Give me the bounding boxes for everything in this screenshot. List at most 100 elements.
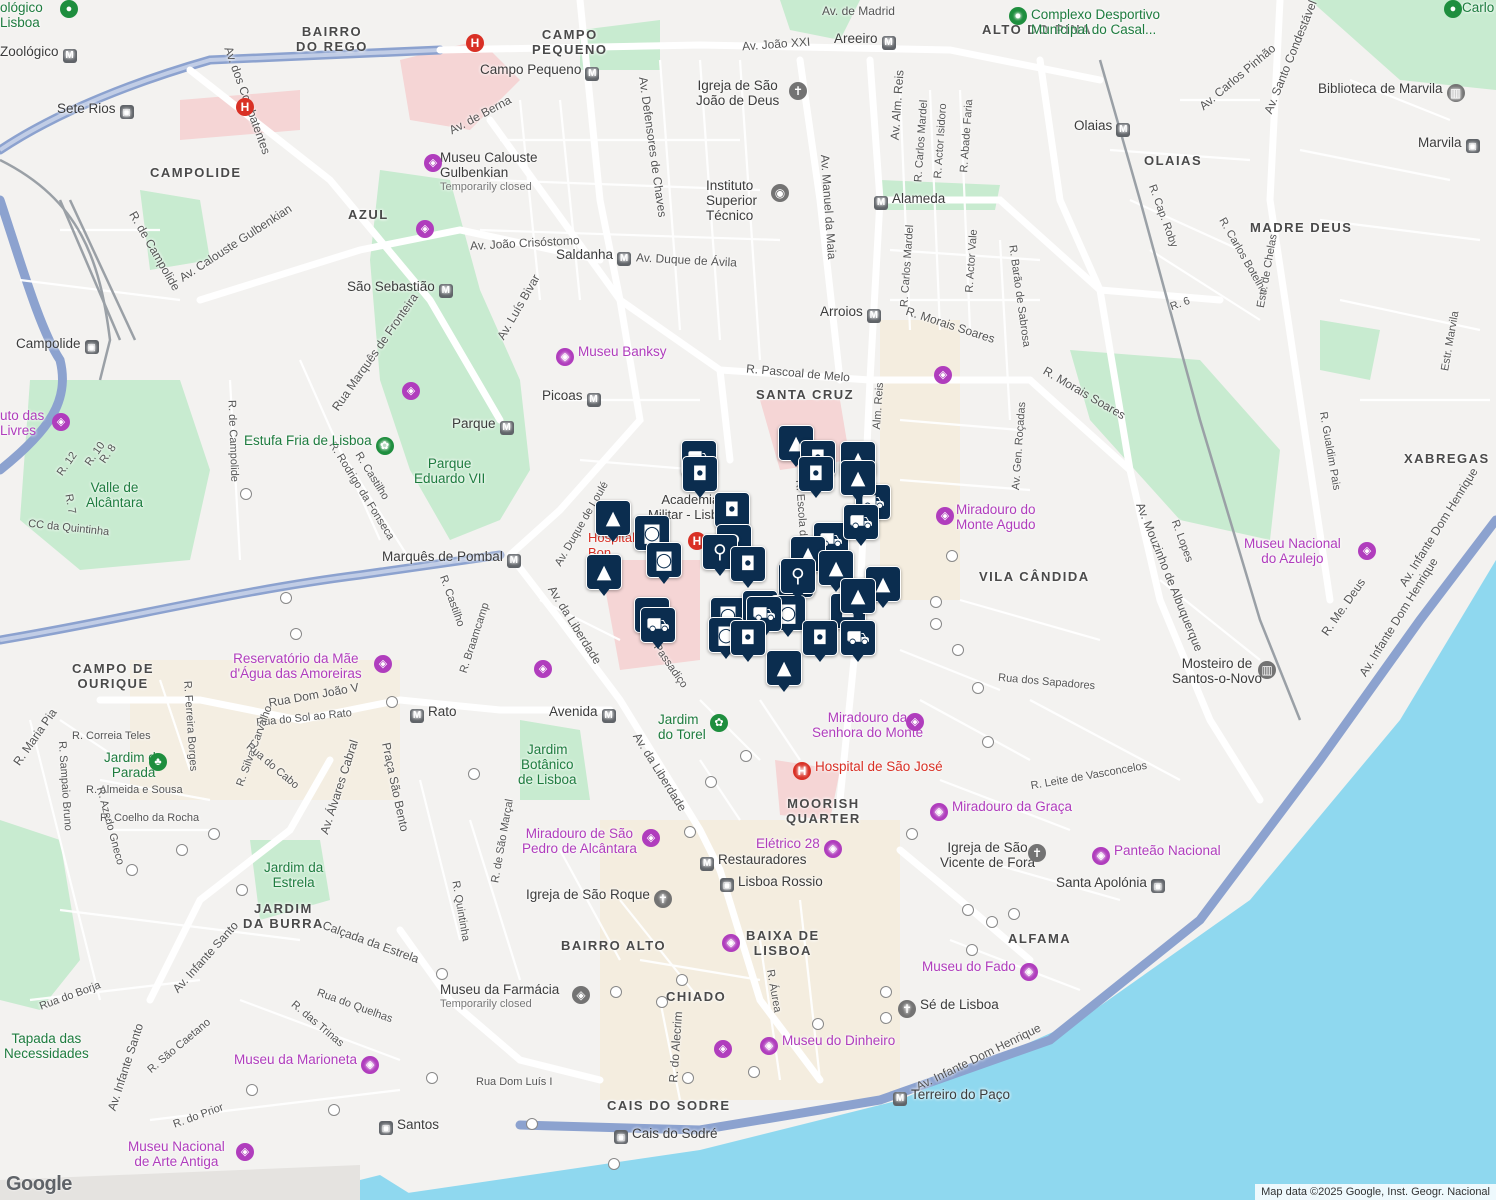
poi-museu-da-farmacia[interactable]: Museu da Farmácia Temporarily closed — [440, 982, 559, 1012]
bus-stop-icon[interactable] — [126, 864, 138, 876]
station-campolide[interactable]: Campolide ▣ — [16, 336, 99, 354]
poi-panteao-nacional[interactable]: ◈ Panteão Nacional — [1092, 843, 1221, 865]
station-lisboa-rossio[interactable]: ▣ Lisboa Rossio — [720, 874, 823, 892]
bus-stop-icon[interactable] — [930, 596, 942, 608]
school-marker[interactable]: ▲ — [840, 578, 876, 622]
poi-instituto-superior-tecnico[interactable]: Instituto Superior Técnico — [706, 178, 757, 223]
poi-museu-arte-antiga[interactable]: Museu Nacional de Arte Antiga — [128, 1139, 225, 1169]
bus-stop-icon[interactable] — [426, 1072, 438, 1084]
poi-jardim-do-torel[interactable]: Jardim do Torel — [658, 712, 706, 742]
bus-stop-icon[interactable] — [962, 904, 974, 916]
poi-zoo-partial[interactable]: ológico Lisboa — [0, 0, 43, 30]
bus-stop-icon[interactable] — [682, 1072, 694, 1084]
poi-se-de-lisboa[interactable]: ✝ Sé de Lisboa — [898, 997, 999, 1018]
poi-biblioteca-marvila[interactable]: Biblioteca de Marvila ▥ — [1318, 81, 1469, 102]
bus-stop-icon[interactable] — [740, 750, 752, 762]
station-zoologico[interactable]: Zoológico M — [0, 44, 77, 63]
google-logo[interactable]: Google — [6, 1173, 72, 1196]
poi-museu-da-marioneta[interactable]: Museu da Marioneta ◈ — [234, 1052, 383, 1074]
bus-stop-icon[interactable] — [748, 1066, 760, 1078]
bus-stop-icon[interactable] — [236, 884, 248, 896]
school-marker[interactable]: ▲ — [840, 460, 876, 504]
bus-stop-icon[interactable] — [952, 644, 964, 656]
poi-eletrico-28[interactable]: Elétrico 28 ◈ — [756, 836, 846, 858]
bus-stop-icon[interactable] — [684, 826, 696, 838]
station-alameda[interactable]: M Alameda — [874, 191, 945, 210]
coffee-marker[interactable]: ◙ — [646, 542, 682, 586]
station-olaias[interactable]: Olaias M — [1074, 118, 1131, 137]
bus-stop-icon[interactable] — [676, 974, 688, 986]
map-attribution[interactable]: Map data ©2025 Google, Inst. Geogr. Naci… — [1255, 1184, 1496, 1200]
station-parque[interactable]: Parque M — [452, 416, 514, 435]
poi-mosteiro-santos-o-novo[interactable]: Mosteiro de Santos-o-Novo — [1172, 656, 1262, 686]
bus-stop-icon[interactable] — [880, 1012, 892, 1024]
station-santos[interactable]: ▣ Santos — [379, 1117, 439, 1135]
poi-complexo-desportivo[interactable]: ● Complexo Desportivo Municipal do Casal.… — [1005, 7, 1160, 37]
bus-stop-icon[interactable] — [240, 488, 252, 500]
station-areeiro[interactable]: Areeiro M — [834, 31, 896, 50]
bus-stop-icon[interactable] — [280, 592, 292, 604]
school-marker[interactable]: ▲ — [586, 554, 622, 598]
bus-stop-icon[interactable] — [176, 844, 188, 856]
station-saldanha[interactable]: Saldanha M — [556, 247, 632, 266]
shopping-bag-marker[interactable]: ◘ — [682, 456, 718, 500]
bus-stop-icon[interactable] — [1008, 908, 1020, 920]
bus-stop-icon[interactable] — [705, 776, 717, 788]
bus-stop-icon[interactable] — [208, 828, 220, 840]
bus-stop-icon[interactable] — [986, 916, 998, 928]
bus-stop-icon[interactable] — [812, 1018, 824, 1030]
bus-stop-icon[interactable] — [982, 736, 994, 748]
poi-igreja-sao-vicente[interactable]: Igreja de São Vicente de Fora — [940, 840, 1035, 870]
shopping-bag-marker[interactable]: ◘ — [730, 620, 766, 664]
bus-stop-icon[interactable] — [972, 682, 984, 694]
bus-stop-icon[interactable] — [946, 550, 958, 562]
poi-igreja-sao-roque[interactable]: Igreja de São Roque ✝ — [526, 887, 676, 908]
poi-miradouro-graca[interactable]: ◈ Miradouro da Graça — [930, 799, 1072, 821]
poi-reservatorio-mae-dagua[interactable]: Reservatório da Mãe d'Água das Amoreiras — [230, 651, 362, 681]
station-marvila[interactable]: Marvila ▣ — [1418, 135, 1480, 153]
poi-museu-azulejo[interactable]: Museu Nacional do Azulejo — [1244, 536, 1341, 566]
poi-miradouro-sao-pedro[interactable]: Miradouro de São Pedro de Alcântara — [522, 826, 637, 856]
school-marker[interactable]: ▲ — [595, 500, 631, 544]
poi-igreja-sao-joao-de-deus[interactable]: Igreja de São João de Deus — [696, 78, 779, 108]
bus-stop-icon[interactable] — [610, 986, 622, 998]
station-campo-pequeno[interactable]: Campo Pequeno M — [480, 62, 600, 81]
station-sao-sebastiao[interactable]: São Sebastião M — [347, 279, 453, 298]
station-santa-apolonia[interactable]: Santa Apolónia ▣ — [1056, 875, 1165, 893]
station-arroios[interactable]: Arroios M — [820, 304, 881, 323]
poi-miradouro-monte-agudo[interactable]: Miradouro do Monte Agudo — [956, 502, 1036, 532]
bus-stop-icon[interactable] — [880, 986, 892, 998]
station-terreiro-do-paco[interactable]: M Terreiro do Paço — [893, 1087, 1010, 1106]
bus-stop-icon[interactable] — [656, 996, 668, 1008]
bus-stop-icon[interactable] — [436, 968, 448, 980]
poi-partial-right[interactable]: Carlo — [1462, 0, 1494, 15]
school-marker[interactable]: ▲ — [766, 650, 802, 694]
shopping-cart-marker[interactable]: ⛟ — [840, 620, 876, 664]
poi-estufa-fria[interactable]: Estufa Fria de Lisboa ✿ — [244, 433, 398, 455]
bus-stop-icon[interactable] — [328, 1104, 340, 1116]
bus-stop-icon[interactable] — [966, 944, 978, 956]
station-sete-rios[interactable]: Sete Rios ▣ — [57, 101, 134, 119]
shopping-cart-marker[interactable]: ⛟ — [843, 504, 879, 548]
station-cais-do-sodre[interactable]: ▣ Cais do Sodré — [614, 1126, 718, 1144]
bus-stop-icon[interactable] — [526, 1118, 538, 1130]
bus-stop-icon[interactable] — [246, 1084, 258, 1096]
poi-hospital-sao-jose[interactable]: H Hospital de São José — [793, 759, 943, 780]
station-avenida[interactable]: Avenida M — [549, 704, 616, 723]
bus-stop-icon[interactable] — [906, 828, 918, 840]
shopping-bag-marker[interactable]: ◘ — [802, 620, 838, 664]
bus-stop-icon[interactable] — [290, 628, 302, 640]
shopping-bag-marker[interactable]: ◘ — [798, 456, 834, 500]
poi-partial-museum[interactable]: uto das Livres — [0, 408, 44, 438]
bus-stop-icon[interactable] — [930, 618, 942, 630]
shopping-cart-marker[interactable]: ⛟ — [640, 607, 676, 651]
station-marques-de-pombal[interactable]: Marquês de Pombal M — [382, 549, 521, 568]
bus-stop-icon[interactable] — [468, 768, 480, 780]
restaurant-marker[interactable]: ⚲ — [780, 558, 816, 602]
poi-museu-do-dinheiro[interactable]: ◈ Museu do Dinheiro — [760, 1033, 895, 1055]
station-rato[interactable]: M Rato — [410, 704, 457, 723]
station-picoas[interactable]: Picoas M — [542, 388, 601, 407]
bus-stop-icon[interactable] — [386, 696, 398, 708]
bus-stop-icon[interactable] — [608, 1158, 620, 1170]
shopping-bag-marker[interactable]: ◘ — [730, 546, 766, 590]
